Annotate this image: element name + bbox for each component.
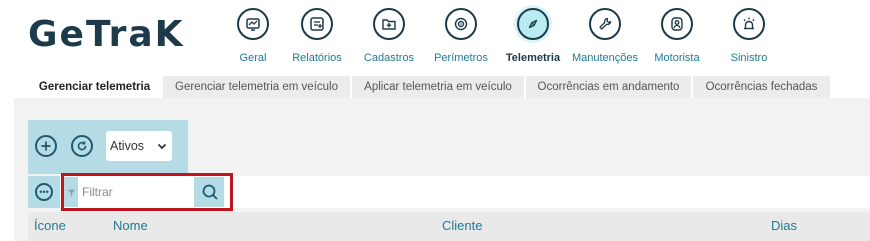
more-options-button[interactable]: ••• [28, 176, 60, 208]
column-icone[interactable]: Ícone [34, 218, 66, 233]
tab-ocorrencias-andamento[interactable]: Ocorrências em andamento [526, 76, 691, 98]
tab-gerenciar-telemetria[interactable]: Gerenciar telemetria [28, 76, 161, 98]
nav-label: Sinistro [730, 52, 768, 64]
column-cliente[interactable]: Cliente [442, 218, 482, 233]
filter-input[interactable] [78, 177, 194, 207]
filter-funnel-button[interactable] [64, 177, 78, 207]
column-dias[interactable]: Dias [771, 218, 797, 233]
more-dots-icon: ••• [35, 183, 53, 201]
chevron-down-icon [157, 143, 167, 150]
folder-plus-icon [373, 8, 405, 40]
nav-item-sinistro[interactable]: Sinistro [706, 8, 792, 64]
search-button[interactable] [196, 177, 224, 207]
table-header: Ícone Nome Cliente Dias [28, 212, 870, 241]
app-logo: GeTraK [28, 14, 185, 55]
status-select[interactable]: Ativos [106, 131, 172, 161]
tab-aplicar-telemetria[interactable]: Aplicar telemetria em veículo [352, 76, 524, 98]
refresh-icon [77, 141, 87, 151]
alarm-icon [733, 8, 765, 40]
tab-gerenciar-telemetria-veiculo[interactable]: Gerenciar telemetria em veículo [163, 76, 350, 98]
report-icon [301, 8, 333, 40]
funnel-icon [67, 189, 75, 196]
column-nome[interactable]: Nome [113, 218, 148, 233]
filter-group [62, 177, 224, 207]
chart-monitor-icon [237, 8, 269, 40]
filter-bar: ••• [28, 176, 870, 208]
add-button[interactable] [35, 135, 57, 157]
toolbar: Ativos [28, 120, 188, 174]
tab-ocorrencias-fechadas[interactable]: Ocorrências fechadas [693, 76, 830, 98]
status-select-value: Ativos [110, 139, 145, 153]
plus-circle-icon [41, 141, 51, 151]
driver-icon [661, 8, 693, 40]
wrench-icon [589, 8, 621, 40]
search-icon [202, 184, 218, 200]
refresh-button[interactable] [71, 135, 93, 157]
geofence-icon [445, 8, 477, 40]
compass-icon [517, 8, 549, 40]
